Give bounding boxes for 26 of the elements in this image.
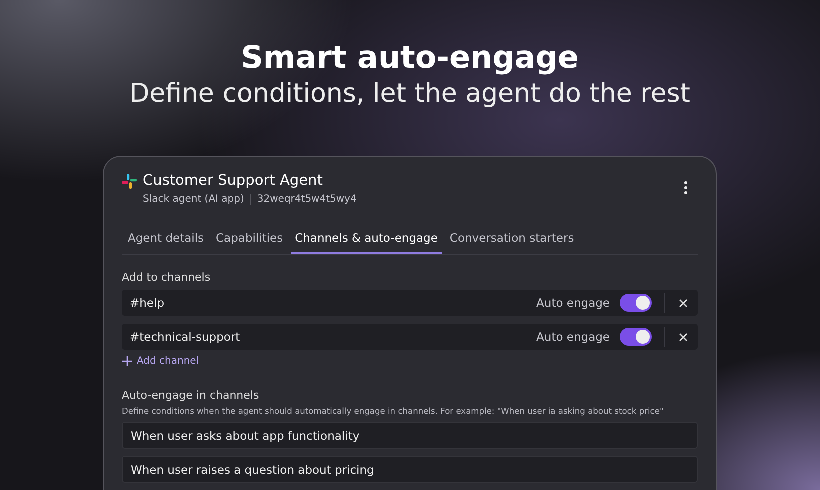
channel-name: #technical-support xyxy=(130,330,242,344)
logo-icon xyxy=(122,174,137,188)
agent-type: Slack agent (AI app) xyxy=(143,194,244,205)
more-menu-icon[interactable] xyxy=(684,181,688,195)
agent-name: Customer Support Agent xyxy=(143,173,323,189)
close-icon[interactable] xyxy=(677,330,690,344)
subheadline: Define conditions, let the agent do the rest xyxy=(130,78,690,110)
toggle-label: Auto engage xyxy=(536,330,610,344)
auto-engage-toggle[interactable] xyxy=(620,294,652,312)
close-icon[interactable] xyxy=(677,296,690,310)
toggle-label: Auto engage xyxy=(536,296,610,310)
section-heading: Auto-engage in channels xyxy=(122,389,260,402)
tab[interactable]: Channels & auto-engage xyxy=(291,225,442,254)
section-heading: Add to channels xyxy=(122,271,212,284)
plus-icon xyxy=(122,356,133,367)
tab[interactable]: Capabilities xyxy=(212,225,288,254)
channel-name: #help xyxy=(130,296,166,310)
tab[interactable]: Conversation starters xyxy=(446,225,578,254)
auto-engage-toggle[interactable] xyxy=(620,328,652,346)
condition-field[interactable]: When user asks about app functionality xyxy=(122,422,698,449)
condition-field[interactable]: When user raises a question about pricing xyxy=(122,456,698,483)
headline: Smart auto-engage xyxy=(241,40,579,76)
tab[interactable]: Agent details xyxy=(124,225,208,254)
add-channel-link[interactable]: Add channel xyxy=(122,356,698,367)
agent-id: 32weqr4t5w4t5wy4 xyxy=(257,194,357,205)
section-description: Define conditions when the agent should automatically engage in channels. For example: "When user ia asking about stock price" xyxy=(122,406,665,416)
